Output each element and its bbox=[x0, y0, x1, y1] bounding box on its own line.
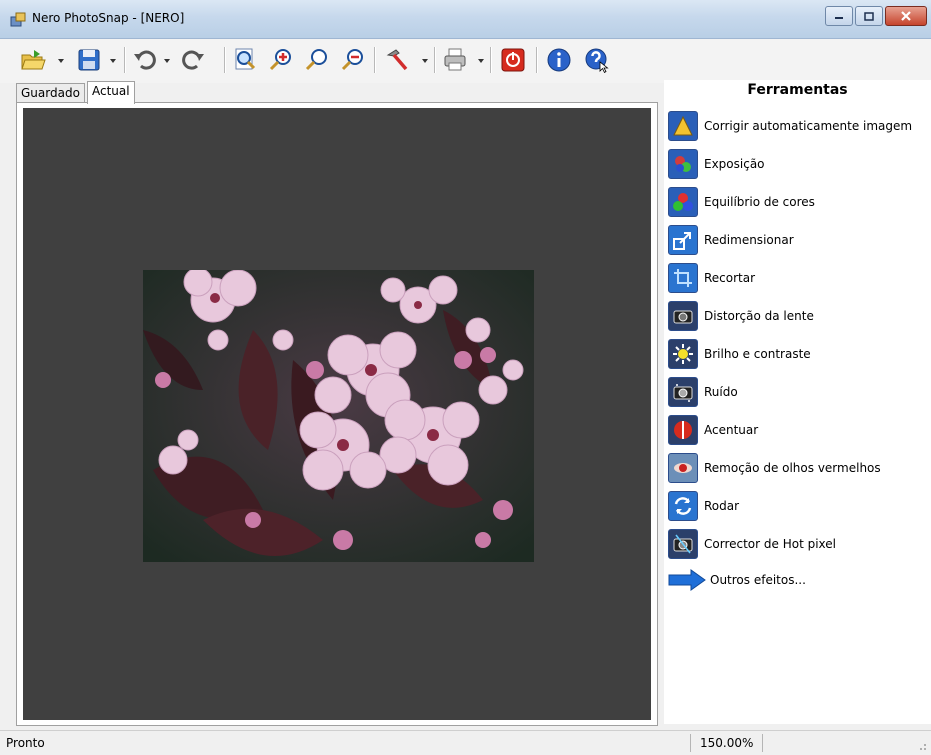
zoom-out-icon[interactable] bbox=[340, 47, 366, 73]
red-eye-icon bbox=[668, 453, 698, 483]
zoom-actual-icon[interactable] bbox=[304, 47, 330, 73]
image-view bbox=[16, 102, 658, 726]
tool-color-balance[interactable]: Equilíbrio de cores bbox=[668, 186, 815, 218]
tool-label: Brilho e contraste bbox=[704, 347, 811, 361]
toolbar-separator bbox=[224, 47, 226, 73]
tab-actual[interactable]: Actual bbox=[87, 81, 135, 104]
undo-dropdown-icon[interactable] bbox=[164, 59, 170, 63]
tool-label: Redimensionar bbox=[704, 233, 794, 247]
zoom-in-icon[interactable] bbox=[268, 47, 294, 73]
auto-fix-icon bbox=[668, 111, 698, 141]
tool-label: Exposição bbox=[704, 157, 765, 171]
title-bar[interactable]: Nero PhotoSnap - [NERO] bbox=[0, 0, 931, 39]
status-separator bbox=[690, 734, 691, 752]
tool-lens-distortion[interactable]: Distorção da lente bbox=[668, 300, 814, 332]
status-text: Pronto bbox=[6, 736, 45, 750]
rotate-icon bbox=[668, 491, 698, 521]
crop-icon bbox=[668, 263, 698, 293]
panel-title: Ferramentas bbox=[747, 82, 848, 98]
tool-more-effects[interactable]: Outros efeitos... bbox=[668, 564, 806, 596]
print-icon[interactable] bbox=[442, 47, 468, 73]
tool-exposure[interactable]: Exposição bbox=[668, 148, 765, 180]
status-separator bbox=[762, 734, 763, 752]
zoom-level: 150.00% bbox=[700, 736, 754, 750]
undo-icon[interactable] bbox=[132, 47, 158, 73]
maximize-icon bbox=[864, 11, 874, 21]
tool-brightness-contrast[interactable]: Brilho e contraste bbox=[668, 338, 811, 370]
minimize-button[interactable] bbox=[825, 6, 853, 26]
tool-noise[interactable]: Ruído bbox=[668, 376, 738, 408]
close-button[interactable] bbox=[885, 6, 927, 26]
maximize-button[interactable] bbox=[855, 6, 883, 26]
toolbar-separator bbox=[536, 47, 538, 73]
tool-label: Rodar bbox=[704, 499, 740, 513]
tool-crop[interactable]: Recortar bbox=[668, 262, 755, 294]
exposure-icon bbox=[668, 149, 698, 179]
window-title: Nero PhotoSnap - [NERO] bbox=[32, 11, 185, 25]
print-dropdown-icon[interactable] bbox=[478, 59, 484, 63]
sharpen-icon bbox=[668, 415, 698, 445]
noise-icon bbox=[668, 377, 698, 407]
fit-page-icon[interactable] bbox=[232, 47, 258, 73]
arrow-right-icon bbox=[668, 569, 706, 591]
resize-grip-icon[interactable] bbox=[915, 739, 927, 751]
tools-panel: Ferramentas Corrigir automaticamente ima… bbox=[664, 80, 931, 724]
tools-icon[interactable] bbox=[384, 47, 410, 73]
close-icon bbox=[901, 11, 911, 21]
redo-icon[interactable] bbox=[180, 47, 206, 73]
hot-pixel-icon bbox=[668, 529, 698, 559]
help-icon[interactable] bbox=[584, 47, 610, 73]
tab-guardado[interactable]: Guardado bbox=[16, 83, 85, 103]
save-dropdown-icon[interactable] bbox=[110, 59, 116, 63]
open-icon[interactable] bbox=[20, 47, 46, 73]
toolbar-separator bbox=[434, 47, 436, 73]
tool-label: Corrigir automaticamente imagem bbox=[704, 119, 913, 133]
lens-distortion-icon bbox=[668, 301, 698, 331]
tool-label: Distorção da lente bbox=[704, 309, 814, 323]
status-bar: Pronto 150.00% bbox=[0, 730, 931, 755]
minimize-icon bbox=[835, 17, 843, 19]
tools-dropdown-icon[interactable] bbox=[422, 59, 428, 63]
color-balance-icon bbox=[668, 187, 698, 217]
save-icon[interactable] bbox=[76, 47, 102, 73]
open-dropdown-icon[interactable] bbox=[58, 59, 64, 63]
tool-label: Equilíbrio de cores bbox=[704, 195, 815, 209]
tool-label: Ruído bbox=[704, 385, 738, 399]
tool-auto-fix[interactable]: Corrigir automaticamente imagem bbox=[668, 110, 912, 142]
tool-rotate[interactable]: Rodar bbox=[668, 490, 739, 522]
toolbar-separator bbox=[374, 47, 376, 73]
tool-label: Corrector de Hot pixel bbox=[704, 537, 836, 551]
tool-hot-pixel[interactable]: Corrector de Hot pixel bbox=[668, 528, 836, 560]
tool-resize[interactable]: Redimensionar bbox=[668, 224, 794, 256]
tool-label: Outros efeitos... bbox=[710, 573, 806, 587]
app-icon bbox=[10, 12, 26, 27]
power-icon[interactable] bbox=[500, 47, 526, 73]
toolbar-separator bbox=[124, 47, 126, 73]
image-canvas[interactable] bbox=[23, 108, 651, 720]
tool-label: Acentuar bbox=[704, 423, 759, 437]
info-icon[interactable] bbox=[546, 47, 572, 73]
tool-sharpen[interactable]: Acentuar bbox=[668, 414, 758, 446]
tool-label: Remoção de olhos vermelhos bbox=[704, 461, 881, 475]
toolbar-separator bbox=[490, 47, 492, 73]
tool-label: Recortar bbox=[704, 271, 756, 285]
app-window: Nero PhotoSnap - [NERO] Guardado Actual … bbox=[0, 0, 931, 755]
caption-buttons bbox=[823, 6, 927, 26]
photo-cherry-blossoms bbox=[143, 270, 534, 562]
toolbar bbox=[0, 39, 931, 83]
tool-red-eye[interactable]: Remoção de olhos vermelhos bbox=[668, 452, 881, 484]
brightness-contrast-icon bbox=[668, 339, 698, 369]
resize-icon bbox=[668, 225, 698, 255]
